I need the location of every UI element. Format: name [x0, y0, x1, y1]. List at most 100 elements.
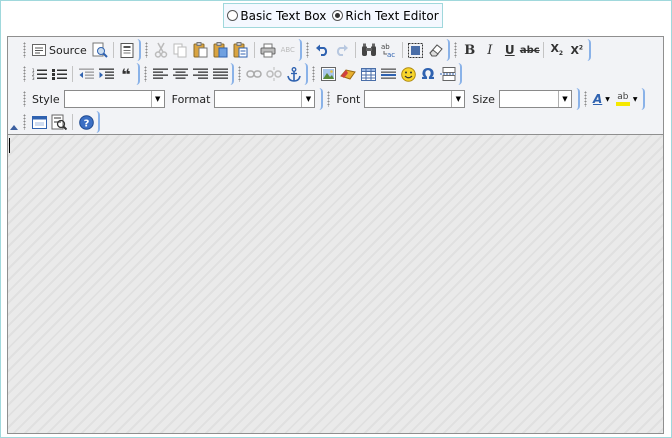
editor-content-area[interactable] [8, 135, 663, 433]
align-center-icon [172, 68, 188, 79]
source-icon [32, 44, 46, 56]
underline-button[interactable]: U [500, 40, 520, 60]
rich-text-editor-label[interactable]: Rich Text Editor [345, 9, 438, 23]
toolbar-grip[interactable] [312, 66, 315, 82]
toolbar-grip[interactable] [23, 91, 26, 107]
spellcheck-icon: ABC [280, 46, 295, 54]
font-combo-value[interactable] [365, 91, 451, 107]
find-button[interactable] [359, 40, 379, 60]
select-all-button[interactable] [406, 40, 426, 60]
redo-button[interactable] [332, 40, 352, 60]
basic-text-box-option[interactable]: Basic Text Box [227, 9, 326, 23]
toolbar-grip[interactable] [23, 114, 26, 130]
page-break-button[interactable] [438, 64, 458, 84]
style-combo[interactable]: ▼ [63, 90, 165, 108]
about-button[interactable]: ? [76, 112, 96, 132]
quote-icon: ❝ [121, 64, 131, 84]
special-char-button[interactable]: Ω [418, 64, 438, 84]
smiley-button[interactable] [398, 64, 418, 84]
align-right-button[interactable] [190, 64, 210, 84]
text-color-button[interactable]: A ▼ [590, 89, 613, 109]
anchor-button[interactable] [284, 64, 304, 84]
remove-format-button[interactable] [426, 40, 446, 60]
superscript-digit: 2 [578, 43, 584, 51]
toolbar-grip[interactable] [23, 42, 26, 58]
format-combo[interactable]: ▼ [214, 90, 316, 108]
flash-button[interactable] [338, 64, 358, 84]
replace-button[interactable]: ab ac [379, 40, 399, 60]
spellcheck-button[interactable]: ABC [278, 40, 298, 60]
paste-word-icon [233, 42, 248, 58]
print-button[interactable] [258, 40, 278, 60]
templates-button[interactable] [117, 40, 137, 60]
unlink-button[interactable] [264, 64, 284, 84]
templates-icon [120, 42, 134, 58]
source-button[interactable]: Source [29, 40, 90, 60]
toolbar-grip[interactable] [305, 42, 309, 58]
show-blocks-button[interactable] [49, 112, 69, 132]
basic-text-box-radio[interactable] [227, 10, 239, 21]
toolbar-separator [112, 42, 114, 58]
subscript-button[interactable]: X2 [547, 40, 567, 60]
align-justify-button[interactable] [210, 64, 230, 84]
cut-button[interactable] [151, 40, 171, 60]
preview-button[interactable] [90, 40, 110, 60]
subscript-digit: 2 [558, 50, 564, 58]
replace-icon: abac [381, 43, 395, 58]
indent-button[interactable] [96, 64, 116, 84]
maximize-button[interactable] [29, 112, 49, 132]
omega-icon: Ω [421, 65, 435, 83]
superscript-letter: X [570, 43, 579, 57]
strikethrough-button[interactable]: abc [520, 40, 540, 60]
chevron-down-icon[interactable]: ▼ [150, 91, 164, 107]
toolbar-grip[interactable] [583, 91, 587, 107]
strikethrough-icon: abc [519, 44, 540, 56]
undo-button[interactable] [312, 40, 332, 60]
numbered-list-button[interactable]: 123 [29, 64, 49, 84]
collapse-toolbar-icon[interactable] [10, 125, 18, 130]
bold-button[interactable]: B [460, 40, 480, 60]
anchor-icon [287, 66, 301, 82]
style-combo-value[interactable] [65, 91, 151, 107]
svg-text:ab: ab [381, 43, 390, 51]
toolbar-grip[interactable] [23, 66, 26, 82]
horizontal-rule-button[interactable] [378, 64, 398, 84]
paste-text-button[interactable] [211, 40, 231, 60]
align-left-button[interactable] [150, 64, 170, 84]
italic-icon: I [487, 42, 493, 58]
toolbar-separator [72, 66, 73, 82]
unlink-icon [266, 67, 282, 81]
paste-from-word-button[interactable] [231, 40, 251, 60]
copy-button[interactable] [171, 40, 191, 60]
table-button[interactable] [358, 64, 378, 84]
underline-icon: U [504, 43, 515, 57]
font-combo[interactable]: ▼ [364, 90, 466, 108]
outdent-icon [78, 68, 94, 79]
size-combo-value[interactable] [500, 91, 558, 107]
link-button[interactable] [244, 64, 264, 84]
paste-button[interactable] [191, 40, 211, 60]
toolbar-grip[interactable] [144, 42, 148, 58]
chevron-down-icon[interactable]: ▼ [301, 91, 314, 107]
background-color-button[interactable]: ab ▼ [613, 89, 641, 109]
toolbar-grip[interactable] [238, 66, 241, 82]
blockquote-button[interactable]: ❝ [116, 64, 136, 84]
align-center-button[interactable] [170, 64, 190, 84]
basic-text-box-label[interactable]: Basic Text Box [240, 9, 326, 23]
toolbar-grip[interactable] [453, 42, 457, 58]
size-combo[interactable]: ▼ [498, 90, 572, 108]
rich-text-editor-option[interactable]: Rich Text Editor [332, 9, 439, 23]
toolbar-grip[interactable] [327, 91, 331, 107]
italic-button[interactable]: I [480, 40, 500, 60]
bulleted-list-button[interactable] [49, 64, 69, 84]
chevron-down-icon[interactable]: ▼ [451, 91, 464, 107]
flash-icon [340, 69, 356, 80]
rich-text-editor-radio[interactable] [332, 10, 344, 21]
toolbar-grip[interactable] [144, 66, 147, 82]
chevron-down-icon[interactable]: ▼ [557, 91, 571, 107]
superscript-button[interactable]: X2 [567, 40, 587, 60]
toolbar-group-basic-styles: B I U abc X2 X2 [453, 39, 591, 61]
format-combo-value[interactable] [215, 91, 301, 107]
outdent-button[interactable] [76, 64, 96, 84]
image-button[interactable] [318, 64, 338, 84]
